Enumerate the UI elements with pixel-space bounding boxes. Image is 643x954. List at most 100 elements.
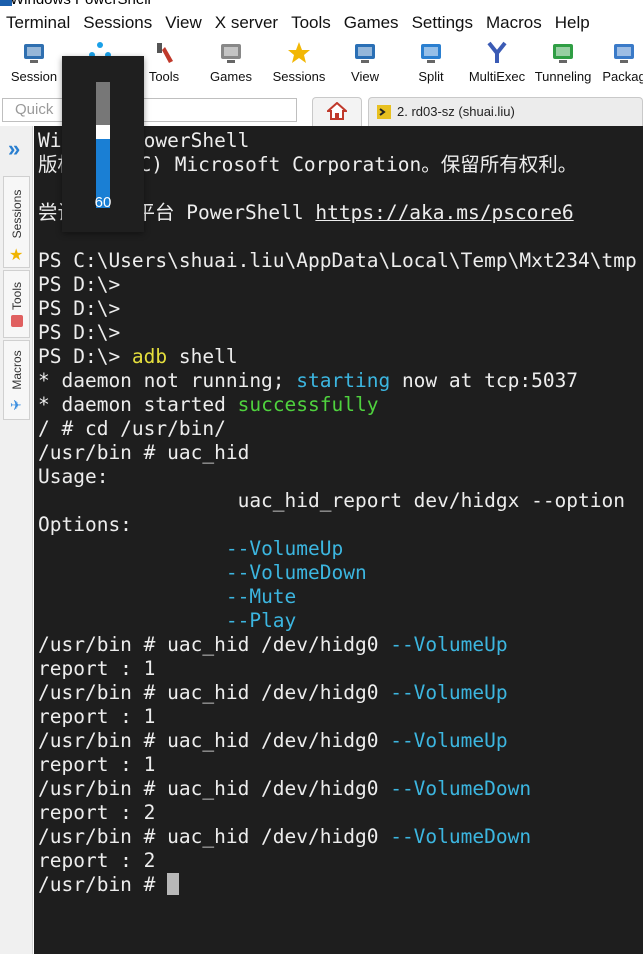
menu-tools[interactable]: Tools [285,13,338,33]
terminal-text: now at tcp:5037 [390,369,579,392]
terminal-line: report : 2 [38,849,155,873]
terminal-text: adb [131,345,168,368]
menu-x-server[interactable]: X server [209,13,285,33]
terminal[interactable]: Windows PowerShell版权所有 (C) Microsoft Cor… [34,126,643,954]
sidebar-tab-tools[interactable]: Tools [3,270,30,338]
volume-slider[interactable] [96,82,110,208]
sidebar-tab-macros-label: Macros [9,350,24,390]
terminal-line: PS D:\> adb shell [38,345,238,369]
window-title: Windows PowerShell [10,0,151,8]
terminal-line: --VolumeDown [38,561,367,585]
terminal-text: uac_hid_report dev/hidgx --option [38,489,625,512]
menu-macros[interactable]: Macros [480,13,549,33]
terminal-text: report : 2 [38,849,156,872]
menu-settings[interactable]: Settings [406,13,480,33]
sidebar-tab-sessions[interactable]: Sessions ★ [3,176,30,268]
terminal-link[interactable]: https://aka.ms/pscore6 [315,201,573,224]
tab-session-label: 2. rd03-sz (shuai.liu) [397,104,515,119]
menu-games[interactable]: Games [338,13,406,33]
toolbar-label: Sessions [272,69,326,84]
terminal-line: --Play [38,609,296,633]
menu-view[interactable]: View [159,13,209,33]
toolbar-games-button[interactable]: Games [198,38,264,92]
collapse-sidebar-icon[interactable]: » [8,138,20,160]
home-icon [327,102,347,120]
terminal-line: PS D:\> [38,321,120,345]
multiexec-icon [485,41,509,65]
toolbar-label: Split [418,69,444,84]
terminal-text: report : 1 [38,705,156,728]
terminal-text: / # cd /usr/bin/ [38,417,226,440]
menu-terminal[interactable]: Terminal [0,13,77,33]
terminal-text: shell [167,345,238,368]
toolbar-split-button[interactable]: Split [404,38,458,92]
terminal-line: PS C:\Users\shuai.liu\AppData\Local\Temp… [38,249,637,273]
terminal-line: PS D:\> [38,273,120,297]
terminal-line: report : 1 [38,705,155,729]
toolbar-multiexec-button[interactable]: MultiExec [468,38,526,92]
terminal-line: /usr/bin # uac_hid /dev/hidg0 --VolumeDo… [38,825,531,849]
volume-thumb[interactable] [96,125,110,140]
split-icon [419,41,443,65]
terminal-line: --Mute [38,585,296,609]
tab-session[interactable]: 2. rd03-sz (shuai.liu) [368,97,643,126]
toolbar-label: View [351,69,379,84]
terminal-text: PS D:\> [38,297,121,320]
quick-connect-input[interactable]: Quick [2,98,297,122]
toolbar-sessions-button[interactable]: Sessions [270,38,328,92]
volume-value: 60 [94,194,112,211]
terminal-cursor [167,873,180,895]
terminal-line: Options: [38,513,132,537]
terminal-text: --VolumeUp [390,729,508,752]
terminal-text: PS D:\> [38,273,121,296]
terminal-text: /usr/bin # uac_hid /dev/hidg0 [38,681,391,704]
view-icon [353,41,377,65]
terminal-line: * daemon not running; starting now at tc… [38,369,578,393]
toolbar-view-button[interactable]: View [338,38,392,92]
toolbar-label: Session [10,69,58,84]
games-icon [219,41,243,65]
toolbar-packag-button[interactable]: Packag [600,38,643,92]
title-bar: Windows PowerShell [0,0,643,8]
sidebar-tab-macros[interactable]: Macros ✈ [3,340,30,420]
star-icon [287,41,311,65]
volume-overlay: 60 [62,56,144,232]
toolbar-tunneling-button[interactable]: Tunneling [532,38,594,92]
menu-sessions[interactable]: Sessions [77,13,159,33]
tunneling-icon [551,41,575,65]
terminal-text: * daemon not running; [38,369,297,392]
terminal-line: /usr/bin # uac_hid [38,441,249,465]
terminal-text: report : 1 [38,657,156,680]
terminal-text: --VolumeUp [390,681,508,704]
terminal-text: * daemon started [38,393,238,416]
sidebar-tab-sessions-label: Sessions [9,189,24,239]
terminal-text: --VolumeUp [225,537,344,560]
menu-bar: Terminal Sessions View X server Tools Games Se… [0,8,643,38]
terminal-text: report : 1 [38,753,156,776]
toolbar-session-button[interactable]: Session [6,38,62,92]
terminal-line: PS D:\> [38,297,120,321]
session-icon [22,41,46,65]
terminal-text: PS C:\Users\shuai.liu\AppData\Local\Temp… [38,249,637,272]
toolbar-label: Tunneling [534,69,592,84]
terminal-text: starting [296,369,391,392]
terminal-line: report : 1 [38,657,155,681]
terminal-text: --VolumeDown [225,561,367,584]
terminal-text: /usr/bin # uac_hid /dev/hidg0 [38,777,391,800]
toolbar-label: Packag [602,69,643,84]
terminal-line: / # cd /usr/bin/ [38,417,226,441]
menu-help[interactable]: Help [549,13,597,33]
terminal-text: report : 2 [38,801,156,824]
packages-icon [612,41,636,65]
tab-home[interactable] [312,97,362,126]
terminal-line: /usr/bin # uac_hid /dev/hidg0 --VolumeUp [38,633,508,657]
terminal-text: Options: [38,513,132,536]
terminal-line: * daemon started successfully [38,393,378,417]
star-icon: ★ [9,247,24,264]
terminal-text: successfully [237,393,379,416]
toolbar-label: Games [210,69,252,84]
terminal-text: /usr/bin # uac_hid /dev/hidg0 [38,633,391,656]
terminal-text: --Play [225,609,297,632]
left-sidebar: » Sessions ★ Tools Macros ✈ [0,126,33,954]
